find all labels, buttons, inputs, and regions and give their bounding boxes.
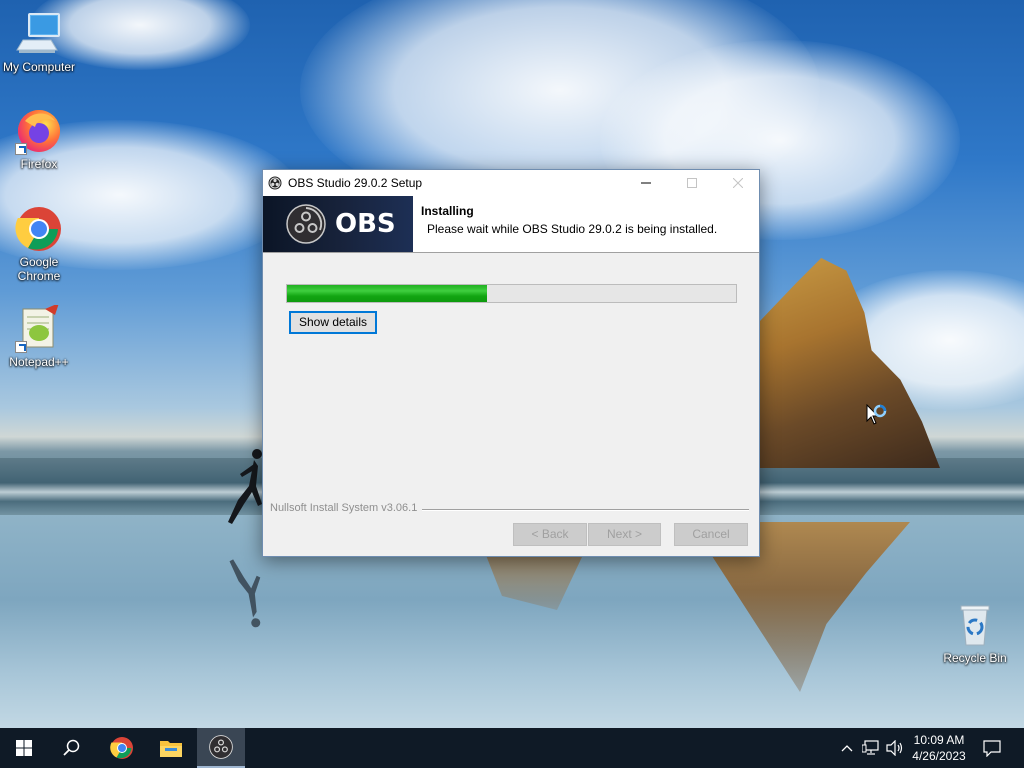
close-button (715, 170, 761, 196)
maximize-icon (687, 178, 697, 188)
cancel-button: Cancel (674, 523, 748, 546)
firefox-icon (15, 107, 63, 155)
shortcut-arrow-icon (15, 143, 27, 155)
obs-app-icon (268, 176, 282, 190)
minimize-icon (641, 182, 651, 184)
desktop-icon-firefox[interactable]: Firefox (1, 107, 77, 171)
desktop-icon-chrome[interactable]: Google Chrome (1, 205, 77, 283)
taskbar-chrome-button[interactable] (98, 728, 146, 768)
page-title: Installing (421, 204, 474, 218)
page-subtitle: Please wait while OBS Studio 29.0.2 is b… (427, 222, 718, 236)
search-button[interactable] (48, 728, 96, 768)
obs-icon (209, 735, 233, 759)
window-title: OBS Studio 29.0.2 Setup (288, 176, 423, 190)
chrome-icon (110, 737, 133, 759)
file-explorer-icon (160, 741, 182, 757)
volume-icon (886, 740, 903, 756)
taskbar-file-explorer-button[interactable] (147, 728, 195, 768)
recycle-bin-icon (951, 601, 999, 649)
volume-button[interactable] (884, 728, 906, 768)
show-hidden-icons-button[interactable] (838, 728, 856, 768)
close-icon (733, 178, 743, 188)
desktop-icon-my-computer[interactable]: My Computer (1, 10, 77, 74)
back-button: < Back (513, 523, 587, 546)
busy-cursor-icon (866, 404, 887, 425)
network-icon (862, 740, 879, 755)
chrome-icon (15, 205, 63, 253)
title-bar[interactable]: OBS Studio 29.0.2 Setup (263, 170, 759, 196)
installer-header: OBS Installing Please wait while OBS Stu… (263, 196, 759, 253)
clock-time: 10:09 AM (913, 733, 965, 747)
desktop-icon-recycle-bin[interactable]: Recycle Bin (937, 601, 1013, 665)
maximize-button (669, 170, 715, 196)
network-button[interactable] (860, 728, 882, 768)
desktop-icon-label: Firefox (20, 157, 58, 171)
desktop-icon-label: Notepad++ (9, 355, 69, 369)
taskbar: 10:09 AM 4/26/2023 (0, 728, 1024, 768)
installer-branding: Nullsoft Install System v3.06.1 (270, 502, 418, 514)
desktop-icon-label: Google Chrome (17, 255, 61, 283)
obs-wordmark: OBS (335, 209, 396, 239)
show-details-button[interactable]: Show details (289, 311, 377, 334)
runner-reflection (229, 559, 261, 628)
notification-icon (983, 740, 1001, 757)
next-button: Next > (588, 523, 661, 546)
shortcut-arrow-icon (15, 341, 27, 353)
obs-logo-banner: OBS (263, 196, 413, 252)
progress-fill (287, 285, 487, 302)
search-icon (63, 739, 80, 756)
taskbar-clock[interactable]: 10:09 AM 4/26/2023 (906, 732, 972, 764)
minimize-button[interactable] (623, 170, 669, 196)
desktop-icon-label: Recycle Bin (943, 651, 1007, 665)
install-progress-bar (286, 284, 737, 303)
installer-window: OBS Studio 29.0.2 Setup OBS Installing P… (262, 169, 760, 557)
chevron-up-icon (841, 745, 853, 752)
action-center-button[interactable] (978, 728, 1006, 768)
windows-logo-icon (16, 740, 32, 756)
start-button[interactable] (0, 728, 48, 768)
taskbar-obs-button[interactable] (197, 728, 245, 768)
runner-silhouette (228, 449, 262, 524)
divider (422, 509, 749, 510)
obs-logo-icon (286, 204, 326, 244)
clock-date: 4/26/2023 (912, 749, 966, 763)
notepad-plus-plus-icon (15, 303, 63, 353)
computer-icon (15, 10, 63, 58)
desktop-icon-notepad-plus-plus[interactable]: Notepad++ (1, 303, 77, 369)
desktop-icon-label: My Computer (2, 60, 76, 74)
